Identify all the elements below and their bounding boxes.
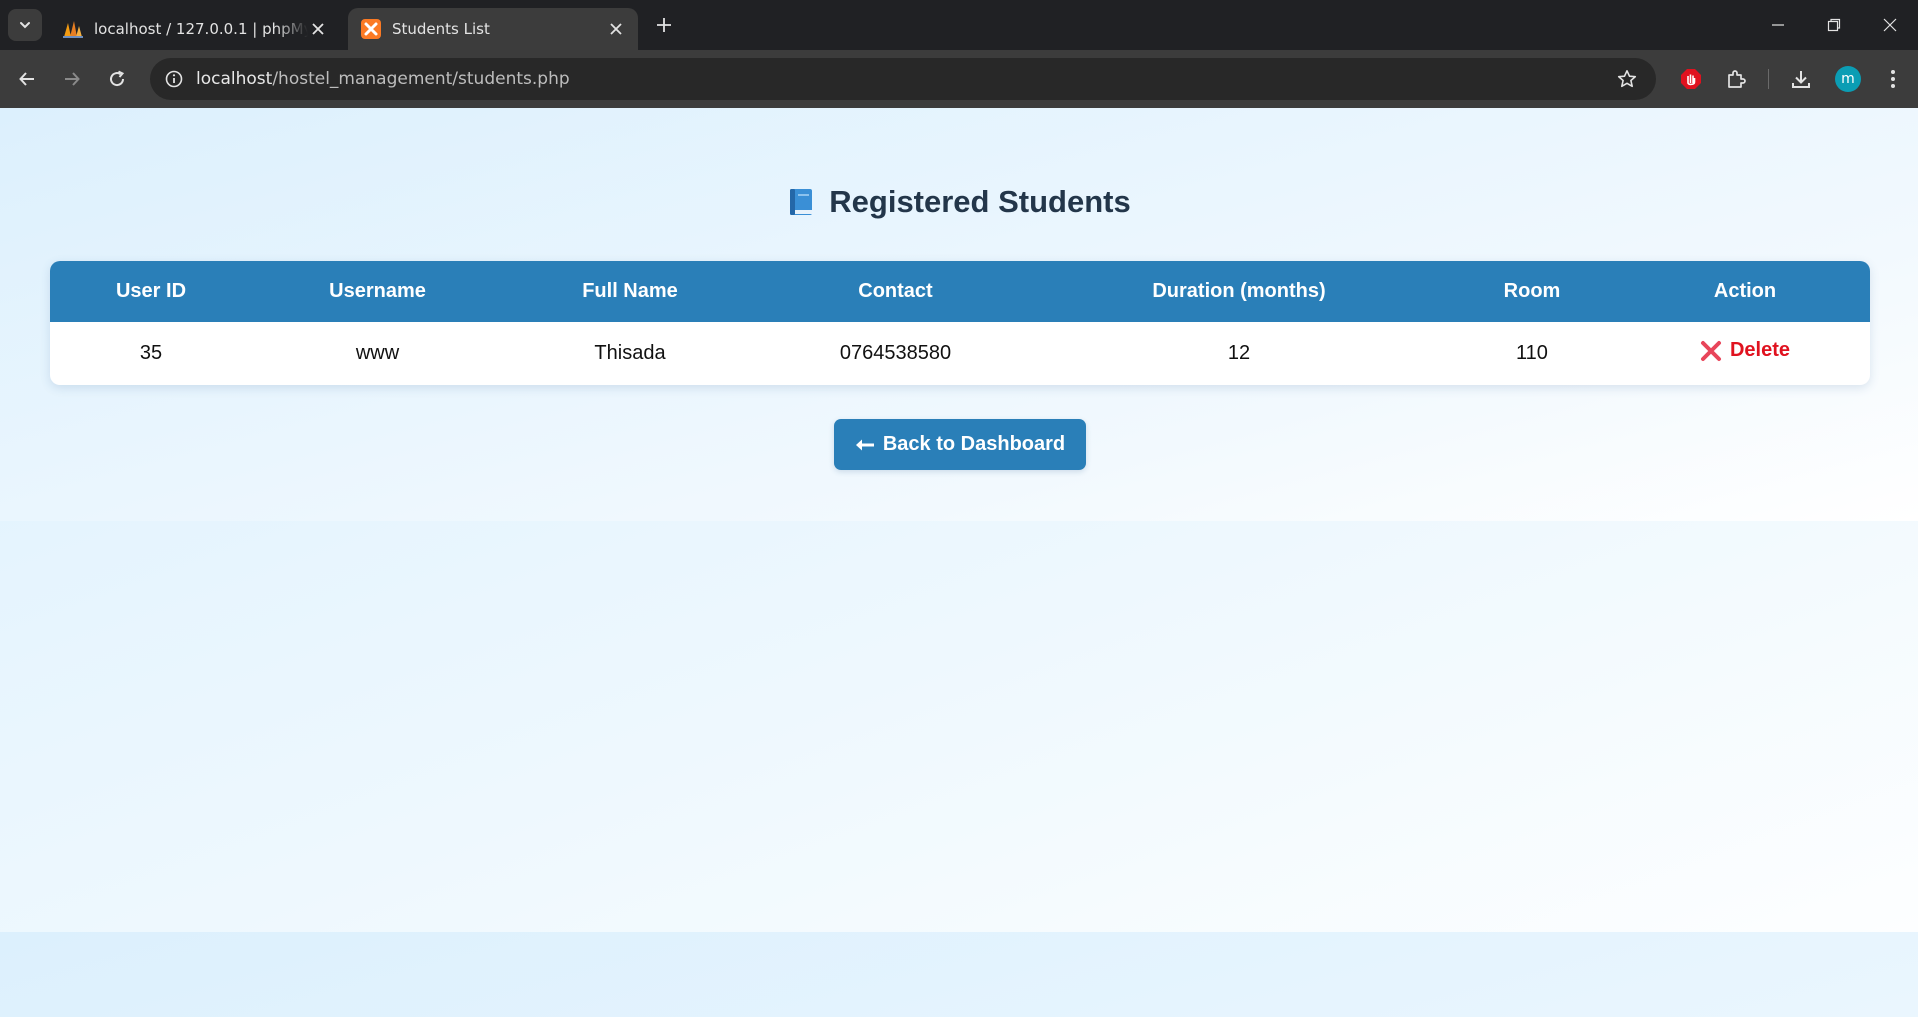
- extensions-puzzle-icon[interactable]: [1722, 65, 1750, 93]
- profile-avatar[interactable]: m: [1835, 66, 1861, 92]
- page-viewport: Registered Students User ID Username Ful…: [0, 108, 1918, 1017]
- address-bar[interactable]: localhost/hostel_management/students.php: [150, 58, 1656, 100]
- table-row: 35 www Thisada 0764538580 12 110 Delete: [50, 322, 1870, 385]
- cell-action: Delete: [1620, 322, 1870, 385]
- browser-toolbar: localhost/hostel_management/students.php: [0, 50, 1918, 108]
- column-header-full-name: Full Name: [582, 280, 678, 302]
- minimize-icon: [1772, 24, 1784, 26]
- url-text: localhost/hostel_management/students.php: [196, 69, 570, 89]
- table-header-row: User ID Username Full Name Contact Durat…: [50, 261, 1870, 322]
- cell-username: www: [355, 342, 400, 364]
- tab-title: Students List: [392, 20, 490, 38]
- back-button-label: Back to Dashboard: [882, 433, 1066, 455]
- bookmark-star-icon[interactable]: [1616, 68, 1638, 90]
- tab-phpmyadmin[interactable]: localhost / 127.0.0.1 | phpMyAdmin: [50, 8, 340, 50]
- adblock-extension-icon[interactable]: [1677, 65, 1705, 93]
- cell-user-id: 35: [139, 342, 163, 364]
- left-arrow-icon: [855, 439, 874, 450]
- delete-button[interactable]: Delete: [1700, 339, 1790, 362]
- cell-room: 110: [1516, 342, 1548, 364]
- kebab-menu-icon[interactable]: [1879, 65, 1907, 93]
- close-window-button[interactable]: [1874, 9, 1906, 41]
- cell-full-name: Thisada: [594, 342, 666, 364]
- restore-button[interactable]: [1818, 9, 1850, 41]
- cross-mark-icon: [1700, 340, 1721, 361]
- url-host: localhost: [196, 69, 273, 89]
- tab-title: localhost / 127.0.0.1 | phpMyAdmin: [94, 20, 308, 38]
- forward-nav-button[interactable]: [57, 64, 87, 94]
- page-title: Registered Students: [0, 184, 1918, 220]
- reload-button[interactable]: [102, 64, 132, 94]
- column-header-duration: Duration (months): [1152, 280, 1326, 302]
- tab-search-button[interactable]: [8, 9, 42, 41]
- students-table: User ID Username Full Name Contact Durat…: [50, 261, 1870, 385]
- arrow-right-icon: [65, 72, 80, 86]
- cell-contact: 0764538580: [839, 342, 952, 364]
- downloads-icon[interactable]: [1787, 65, 1815, 93]
- restore-icon: [1827, 18, 1841, 32]
- url-path: /hostel_management/students.php: [272, 69, 570, 89]
- column-header-room: Room: [1503, 280, 1561, 302]
- browser-tab-strip: localhost / 127.0.0.1 | phpMyAdmin Stude…: [0, 0, 1918, 50]
- new-tab-button[interactable]: [652, 13, 676, 37]
- close-icon: [1883, 18, 1897, 32]
- close-icon[interactable]: [308, 19, 328, 39]
- site-info-icon[interactable]: [164, 69, 184, 89]
- back-nav-button[interactable]: [12, 64, 42, 94]
- students-table-card: User ID Username Full Name Contact Durat…: [50, 261, 1870, 385]
- toolbar-divider: [1768, 69, 1769, 89]
- minimize-button[interactable]: [1762, 9, 1794, 41]
- tab-students-list[interactable]: Students List: [348, 8, 638, 50]
- chevron-down-icon: [20, 22, 30, 29]
- column-header-contact: Contact: [858, 280, 933, 302]
- delete-button-label: Delete: [1729, 339, 1791, 362]
- phpmyadmin-icon: [63, 21, 83, 38]
- column-header-user-id: User ID: [115, 280, 187, 302]
- page-background-lower: [0, 932, 1918, 1017]
- reload-icon: [110, 70, 125, 87]
- book-icon: [790, 189, 813, 215]
- arrow-left-icon: [19, 72, 34, 86]
- column-header-username: Username: [329, 280, 426, 302]
- cell-duration: 12: [1227, 342, 1251, 364]
- plus-icon: [657, 18, 671, 32]
- column-header-action: Action: [1713, 280, 1777, 302]
- xampp-icon: [361, 19, 381, 39]
- back-to-dashboard-button[interactable]: Back to Dashboard: [834, 419, 1086, 470]
- page-title-text: Registered Students: [829, 184, 1131, 219]
- close-icon[interactable]: [606, 19, 626, 39]
